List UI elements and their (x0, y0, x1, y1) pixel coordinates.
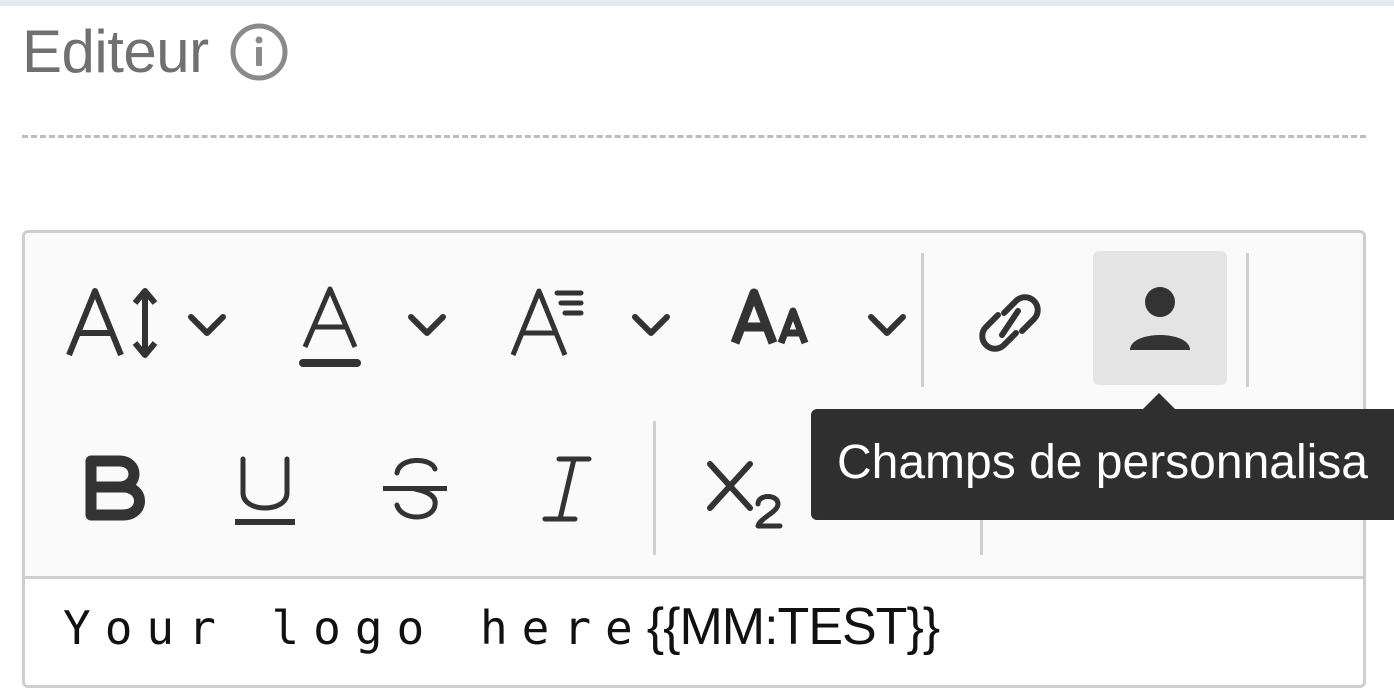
top-rule (0, 0, 1394, 6)
link-button[interactable] (955, 263, 1065, 383)
editor-text: Your logo here{{MM:TEST}} (63, 598, 940, 656)
line-height-dropdown[interactable] (503, 263, 683, 383)
underline-icon (235, 456, 295, 525)
font-size-icon (66, 288, 226, 358)
toolbar-divider (653, 421, 656, 555)
tooltip: Champs de personnalisa (811, 393, 1394, 520)
dashed-separator (22, 135, 1366, 138)
person-icon (1130, 287, 1190, 350)
strikethrough-icon (383, 458, 447, 520)
bold-icon (85, 455, 145, 521)
tooltip-text: Champs de personnalisa (837, 436, 1368, 489)
subscript-button[interactable] (685, 429, 795, 549)
chevron-down-icon (408, 314, 446, 336)
personalization-fields-button[interactable] (1093, 251, 1227, 385)
chevron-down-icon (188, 314, 226, 336)
chevron-down-icon (632, 314, 670, 336)
toolbar-divider (921, 253, 924, 387)
link-icon (979, 294, 1041, 352)
section-header: Editeur (22, 12, 289, 92)
bold-button[interactable] (65, 429, 165, 549)
subscript-icon (707, 461, 783, 529)
info-circle-icon[interactable] (229, 22, 289, 82)
strikethrough-button[interactable] (365, 429, 465, 549)
font-size-dropdown[interactable] (55, 263, 245, 383)
italic-button[interactable] (517, 429, 617, 549)
chevron-down-icon (868, 314, 906, 336)
text-case-icon (730, 288, 906, 345)
underline-button[interactable] (215, 429, 315, 549)
font-color-icon (299, 286, 446, 367)
text-case-dropdown[interactable] (725, 263, 915, 383)
italic-icon (542, 456, 592, 522)
section-title: Editeur (22, 18, 209, 85)
content-text-plain: Your logo here (63, 601, 647, 655)
line-height-icon (510, 288, 670, 356)
font-color-dropdown[interactable] (287, 263, 467, 383)
editor-content[interactable]: Your logo here{{MM:TEST}} (25, 576, 1363, 685)
personalization-token: {{MM:TEST}} (646, 598, 940, 656)
toolbar-divider (1246, 253, 1249, 387)
